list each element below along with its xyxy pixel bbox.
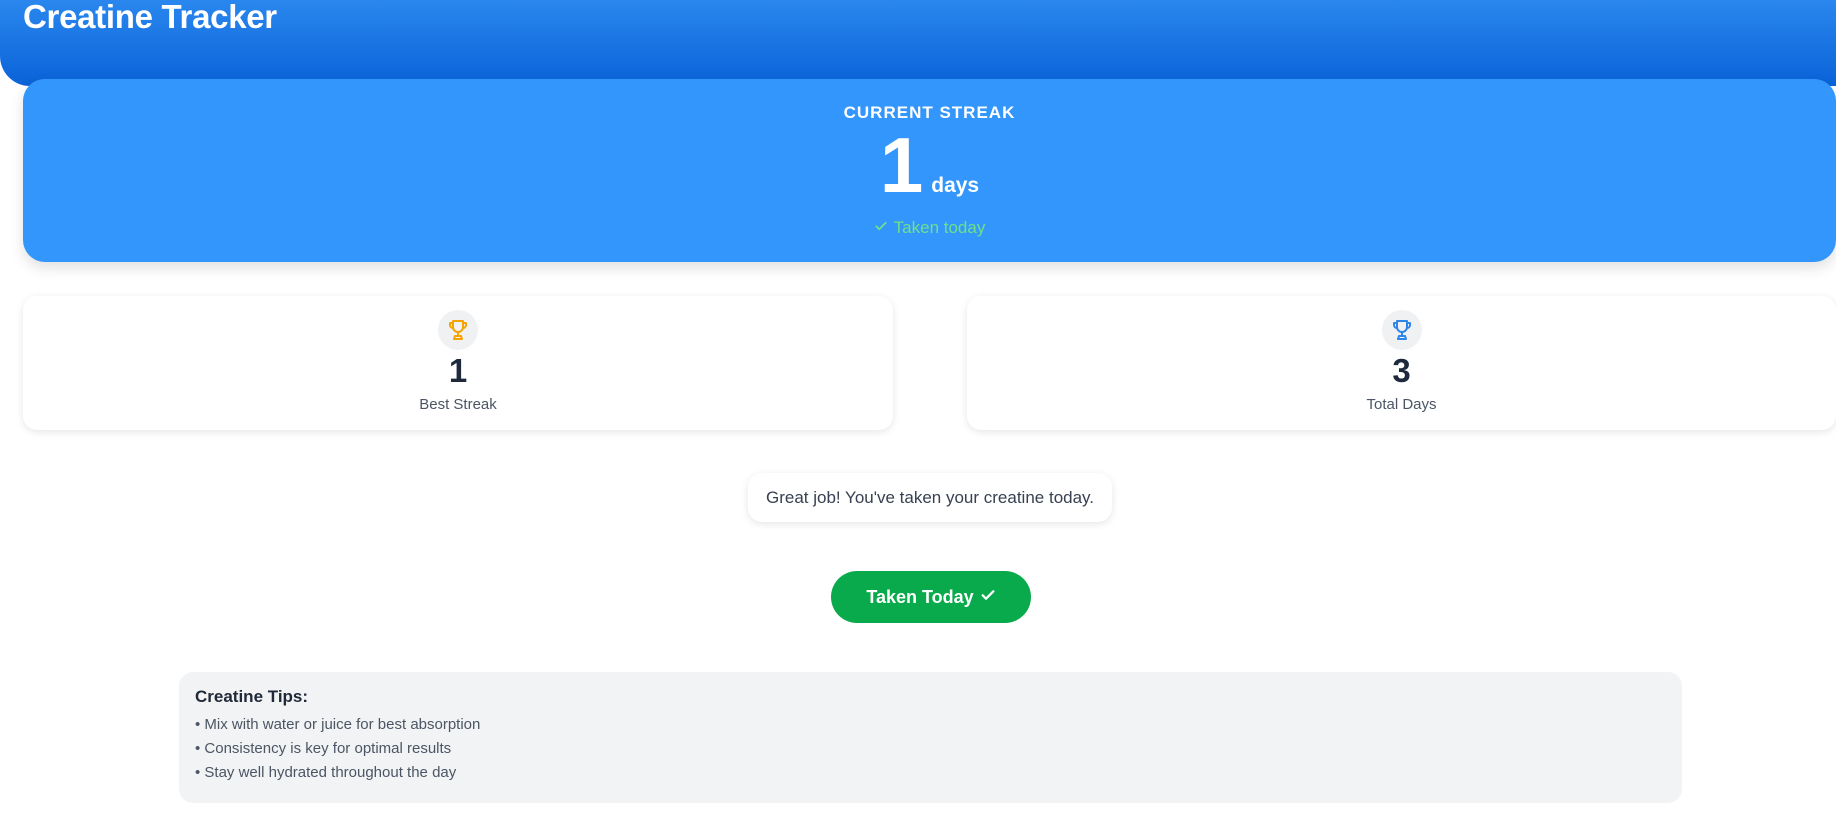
total-days-card: 3 Total Days: [967, 296, 1836, 430]
taken-today-label: Taken Today: [866, 586, 974, 607]
trophy-icon: [1381, 310, 1422, 350]
taken-today-button[interactable]: Taken Today: [831, 571, 1031, 623]
tips-title: Creatine Tips:: [195, 687, 309, 706]
creatine-tips-panel: Creatine Tips: • Mix with water or juice…: [179, 672, 1682, 803]
check-icon: [980, 587, 996, 608]
tip-item: • Stay well hydrated throughout the day: [195, 764, 457, 781]
trophy-icon: [438, 310, 478, 350]
app-title: Creatine Tracker: [23, 0, 277, 35]
check-icon: [874, 218, 888, 238]
best-streak-label: Best Streak: [419, 396, 497, 413]
total-days-label: Total Days: [1366, 396, 1437, 413]
streak-status: Taken today: [23, 218, 1836, 238]
tips-list: • Mix with water or juice for best absor…: [195, 716, 480, 788]
streak-status-text: Taken today: [893, 218, 986, 237]
streak-number: 1: [879, 121, 924, 209]
tip-item: • Consistency is key for optimal results: [195, 740, 452, 757]
tip-item: • Mix with water or juice for best absor…: [195, 716, 481, 733]
streak-label: CURRENT STREAK: [843, 103, 1016, 122]
app-header: Creatine Tracker: [0, 0, 1836, 86]
best-streak-card: 1 Best Streak: [23, 296, 893, 430]
streak-value-row: 1 days: [23, 125, 1836, 205]
streak-unit: days: [931, 174, 980, 197]
total-days-value: 3: [1392, 352, 1411, 389]
current-streak-card: CURRENT STREAK 1 days Taken today: [23, 79, 1836, 262]
status-message: Great job! You've taken your creatine to…: [748, 473, 1112, 522]
best-streak-value: 1: [448, 352, 468, 389]
